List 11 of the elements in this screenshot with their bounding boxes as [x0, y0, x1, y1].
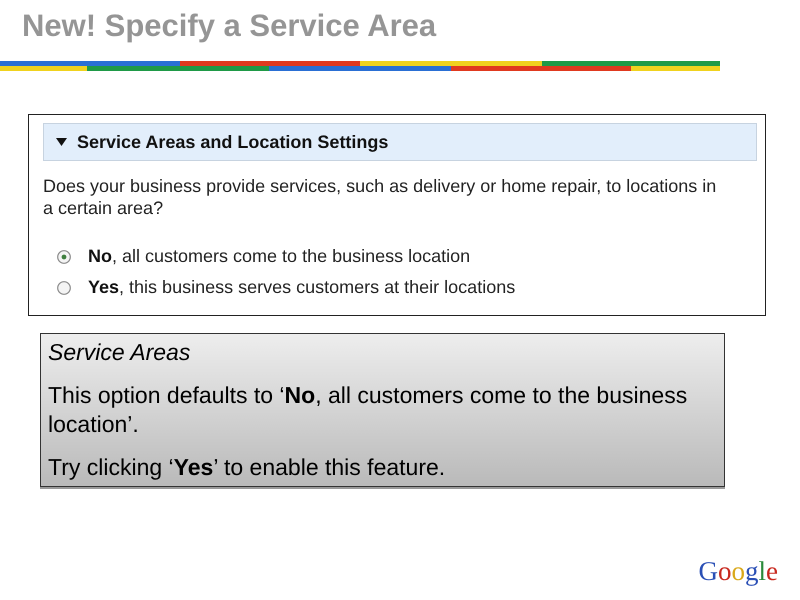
callout-text: Try clicking ‘Yes’ to enable this feature.	[48, 453, 446, 482]
option-label[interactable]: Yes, this business serves customers at their locations	[88, 277, 516, 298]
callout-text: This option defaults to ‘No, all customers come to the business location’.	[48, 381, 688, 439]
radio-button[interactable]	[57, 250, 71, 264]
slide-title: New! Specify a Service Area	[22, 8, 436, 44]
section-header[interactable]: Service Areas and Location Settings	[43, 123, 757, 161]
callout-title: Service Areas	[48, 338, 192, 367]
option-label[interactable]: No, all customers come to the business location	[88, 246, 470, 267]
question-text: Does your business provide services, such as delivery or home repair, to locations in a certain area?	[43, 175, 718, 219]
logo: Google	[698, 556, 778, 586]
radio-button[interactable]	[57, 280, 71, 294]
